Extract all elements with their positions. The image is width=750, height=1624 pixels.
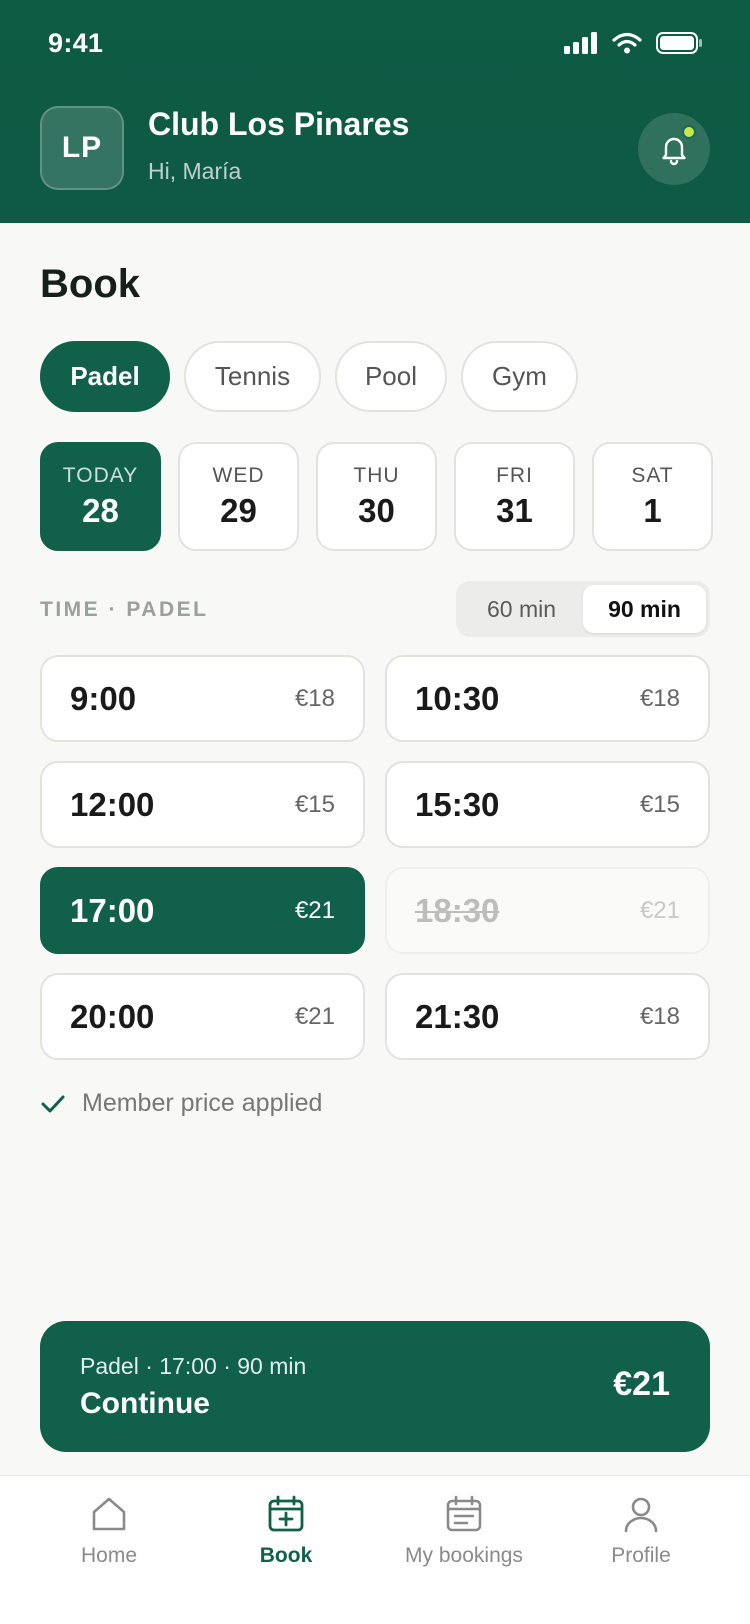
date-card-wed[interactable]: WED 29 [178,442,299,551]
continue-button[interactable]: Padel · 17:00 · 90 min Continue €21 [40,1321,710,1452]
date-day: 28 [82,491,119,529]
date-day: 31 [496,491,533,529]
slot-price: €18 [639,1002,680,1030]
date-day: 30 [358,491,395,529]
slot-time: 9:00 [70,679,137,717]
home-icon [92,1497,126,1531]
status-bar: 9:41 [0,0,750,88]
sport-filter: Padel Tennis Pool Gym [40,341,578,412]
member-price-note: Member price applied [40,1089,322,1118]
booking-summary: Padel · 17:00 · 90 min [80,1353,307,1379]
time-section-label: TIME · PADEL [40,598,209,621]
slot-price: €15 [294,790,335,818]
app-header-background: 9:41 LP Club Los Pinares Hi, María [0,0,750,223]
time-slot[interactable]: 21:30 €18 [385,973,710,1060]
tab-label: Home [80,1544,138,1567]
calendar-list-icon [446,1495,482,1532]
time-slot[interactable]: 12:00 €15 [40,761,365,848]
status-icons [564,32,702,54]
time-slot[interactable]: 10:30 €18 [385,655,710,742]
user-greeting: Hi, María [148,158,242,184]
time-slot-selected[interactable]: 17:00 €21 [40,867,365,954]
club-avatar[interactable]: LP [40,106,124,190]
wifi-icon [612,32,642,54]
date-weekday: SAT [631,463,674,487]
time-slot[interactable]: 15:30 €15 [385,761,710,848]
sport-chip-padel[interactable]: Padel [40,341,170,412]
sport-chip-pool[interactable]: Pool [335,341,447,412]
tab-my-bookings[interactable]: My bookings [384,1494,544,1568]
battery-icon [656,32,702,54]
club-header: LP Club Los Pinares Hi, María [0,88,750,223]
time-slot-grid: 9:00 €18 10:30 €18 12:00 €15 15:30 €15 1… [40,655,710,1060]
date-card-sat[interactable]: SAT 1 [592,442,713,551]
slot-time: 21:30 [415,997,500,1035]
duration-toggle: 60 min 90 min [456,581,710,637]
check-icon [41,1095,65,1112]
tab-label: Profile [611,1544,671,1567]
date-card-today[interactable]: TODAY 28 [40,442,161,551]
continue-label: Continue [80,1387,210,1420]
slot-price: €21 [294,1002,335,1030]
date-day: 29 [220,491,257,529]
slot-time: 18:30 [415,891,500,929]
slot-time: 17:00 [70,891,155,929]
booking-price: €21 [613,1365,670,1403]
sport-chip-tennis[interactable]: Tennis [184,341,321,412]
slot-price: €21 [639,896,680,924]
club-name: Club Los Pinares [148,106,410,142]
notifications-button[interactable] [638,113,710,185]
notification-badge [682,125,696,139]
date-weekday: THU [353,463,400,487]
slot-price: €18 [639,684,680,712]
slot-price: €18 [294,684,335,712]
sport-chip-gym[interactable]: Gym [461,341,578,412]
tab-label: My bookings [405,1544,523,1567]
date-weekday: FRI [496,463,533,487]
bottom-tab-bar: Home Book My bookings Profile [0,1475,750,1624]
user-icon [624,1497,658,1533]
slot-time: 10:30 [415,679,500,717]
slot-price: €21 [294,896,335,924]
member-price-text: Member price applied [82,1089,323,1117]
slot-price: €15 [639,790,680,818]
tab-home[interactable]: Home [29,1494,189,1568]
date-weekday: WED [212,463,265,487]
signal-icon [564,32,597,54]
date-card-fri[interactable]: FRI 31 [454,442,575,551]
slot-time: 20:00 [70,997,155,1035]
page-title: Book [40,262,140,306]
date-weekday: TODAY [62,463,139,487]
duration-60-button[interactable]: 60 min [460,585,583,633]
time-slot-unavailable: 18:30 €21 [385,867,710,954]
tab-profile[interactable]: Profile [561,1494,721,1568]
tab-book[interactable]: Book [206,1494,366,1568]
duration-90-button[interactable]: 90 min [583,585,706,633]
tab-label: Book [259,1544,313,1567]
slot-time: 15:30 [415,785,500,823]
date-day: 1 [643,491,662,529]
time-slot[interactable]: 9:00 €18 [40,655,365,742]
status-time: 9:41 [48,28,104,58]
slot-time: 12:00 [70,785,155,823]
calendar-plus-icon [268,1495,304,1532]
time-slot[interactable]: 20:00 €21 [40,973,365,1060]
date-card-thu[interactable]: THU 30 [316,442,437,551]
date-selector: TODAY 28 WED 29 THU 30 FRI 31 SAT 1 [40,442,713,551]
